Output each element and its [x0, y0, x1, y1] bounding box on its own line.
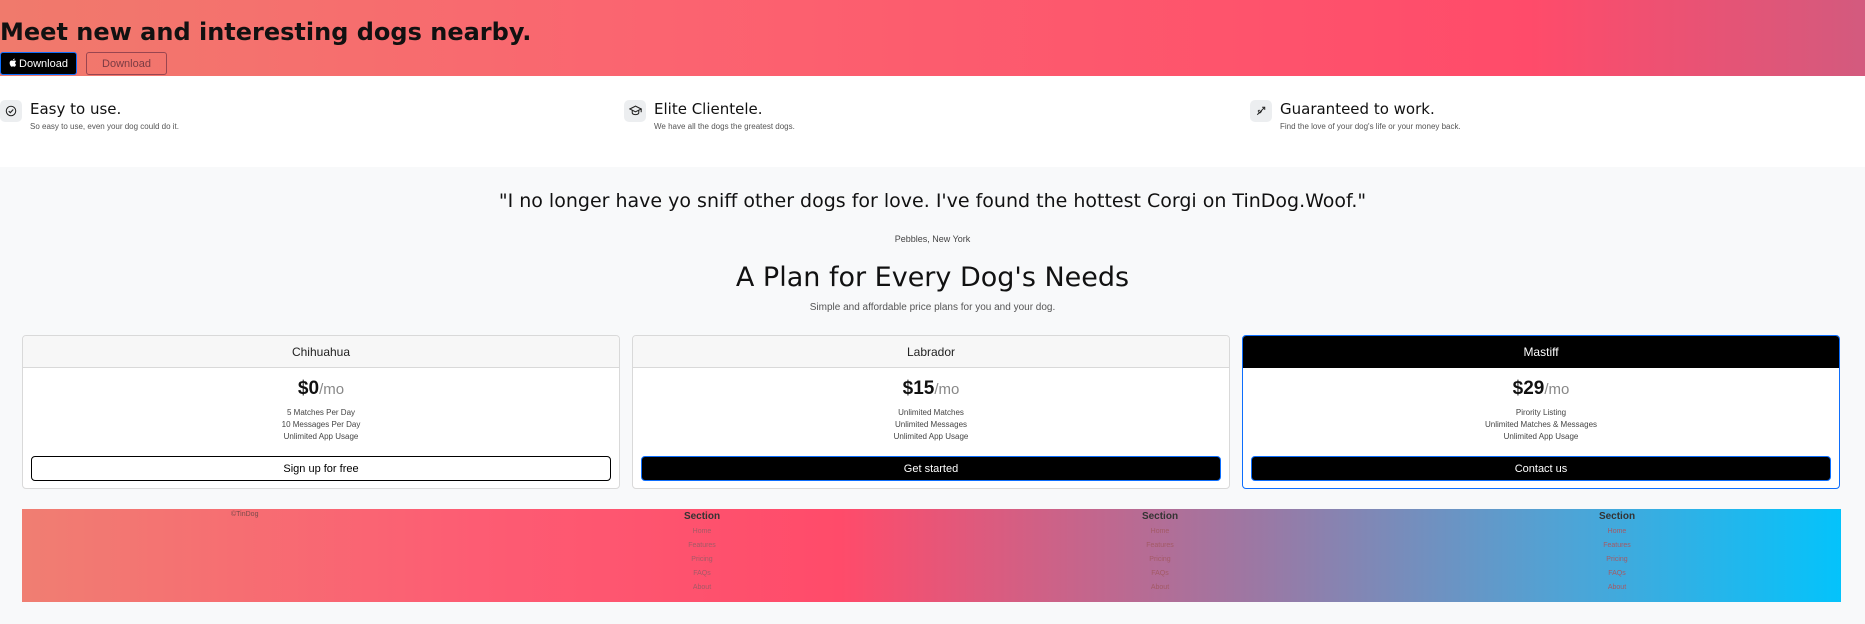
plan-price-period: /mo: [1544, 381, 1570, 398]
footer-link-home[interactable]: Home: [1587, 525, 1647, 539]
features-section: Easy to use. So easy to use, even your d…: [0, 76, 1865, 167]
contact-us-button[interactable]: Contact us: [1251, 456, 1831, 481]
plan-price: $29/mo: [1243, 378, 1839, 400]
feature-text: Find the love of your dog's life or your…: [1280, 122, 1461, 131]
pricing-subtitle: Simple and affordable price plans for yo…: [809, 302, 1056, 313]
feature-title: Easy to use.: [30, 100, 122, 118]
footer: ©TinDog Section Home Features Pricing FA…: [22, 509, 1841, 602]
get-started-button[interactable]: Get started: [641, 456, 1221, 481]
feature-title: Elite Clientele.: [654, 100, 763, 118]
plan-feature: Unlimited Matches & Messages: [1484, 420, 1598, 429]
footer-column: Section Home Features Pricing FAQs About: [672, 511, 732, 595]
footer-link-home[interactable]: Home: [1130, 525, 1190, 539]
plan-price-amount: $15: [902, 378, 935, 399]
feature-text: So easy to use, even your dog could do i…: [30, 122, 179, 131]
plan-name: Labrador: [633, 336, 1229, 368]
check-circle-icon: [0, 100, 22, 122]
plan-feature: 5 Matches Per Day: [286, 408, 356, 417]
plan-feature: Unlimited Matches: [898, 408, 964, 417]
plan-features: Pirority Listing Unlimited Matches & Mes…: [1243, 407, 1839, 443]
footer-column: Section Home Features Pricing FAQs About: [1587, 511, 1647, 595]
plan-card-chihuahua: Chihuahua $0/mo 5 Matches Per Day 10 Mes…: [22, 335, 620, 489]
footer-link-about[interactable]: About: [1587, 581, 1647, 595]
download-secondary-label: Download: [102, 57, 151, 70]
download-secondary-button[interactable]: Download: [86, 52, 167, 75]
plan-price-period: /mo: [934, 381, 960, 398]
plan-features: 5 Matches Per Day 10 Messages Per Day Un…: [23, 407, 619, 443]
footer-link-home[interactable]: Home: [672, 525, 732, 539]
testimonial-author: Pebbles, New York: [894, 234, 971, 244]
download-apple-label: Download: [19, 57, 68, 70]
heart-arrow-icon: [1250, 100, 1272, 122]
footer-column: Section Home Features Pricing FAQs About: [1130, 511, 1190, 595]
plan-price-amount: $0: [297, 378, 320, 399]
download-apple-button[interactable]: Download: [0, 52, 77, 75]
footer-link-about[interactable]: About: [1130, 581, 1190, 595]
footer-link-features[interactable]: Features: [672, 539, 732, 553]
feature-text: We have all the dogs the greatest dogs.: [654, 122, 795, 131]
footer-link-features[interactable]: Features: [1130, 539, 1190, 553]
footer-link-faqs[interactable]: FAQs: [1130, 567, 1190, 581]
footer-link-about[interactable]: About: [672, 581, 732, 595]
plan-card-mastiff: Mastiff $29/mo Pirority Listing Unlimite…: [1242, 335, 1840, 489]
sign-up-free-button[interactable]: Sign up for free: [31, 456, 611, 481]
footer-link-faqs[interactable]: FAQs: [672, 567, 732, 581]
plan-card-labrador: Labrador $15/mo Unlimited Matches Unlimi…: [632, 335, 1230, 489]
plan-price: $15/mo: [633, 378, 1229, 400]
pricing-title: A Plan for Every Dog's Needs: [735, 262, 1130, 293]
testimonial-quote: "I no longer have yo sniff other dogs fo…: [498, 190, 1367, 212]
plan-price-amount: $29: [1512, 378, 1545, 399]
plan-price-period: /mo: [319, 381, 345, 398]
footer-link-features[interactable]: Features: [1587, 539, 1647, 553]
footer-link-pricing[interactable]: Pricing: [1587, 553, 1647, 567]
plan-features: Unlimited Matches Unlimited Messages Unl…: [633, 407, 1229, 443]
footer-link-pricing[interactable]: Pricing: [1130, 553, 1190, 567]
plan-feature: Unlimited App Usage: [1503, 432, 1579, 441]
plan-feature: Pirority Listing: [1515, 408, 1567, 417]
plan-name: Chihuahua: [23, 336, 619, 368]
hero-section: Meet new and interesting dogs nearby. Do…: [0, 0, 1865, 76]
footer-column-title: Section: [1598, 511, 1636, 522]
footer-link-faqs[interactable]: FAQs: [1587, 567, 1647, 581]
graduation-cap-icon: [624, 100, 646, 122]
plan-name: Mastiff: [1243, 336, 1839, 368]
footer-column-title: Section: [1141, 511, 1179, 522]
plan-feature: Unlimited Messages: [894, 420, 968, 429]
plan-feature: Unlimited App Usage: [893, 432, 969, 441]
hero-title: Meet new and interesting dogs nearby.: [0, 18, 532, 46]
copyright-text: ©TinDog: [231, 511, 259, 518]
apple-icon: [9, 58, 17, 70]
plan-price: $0/mo: [23, 378, 619, 400]
plan-feature: Unlimited App Usage: [283, 432, 359, 441]
feature-title: Guaranteed to work.: [1280, 100, 1435, 118]
footer-link-pricing[interactable]: Pricing: [672, 553, 732, 567]
plan-feature: 10 Messages Per Day: [281, 420, 361, 429]
footer-column-title: Section: [683, 511, 721, 522]
